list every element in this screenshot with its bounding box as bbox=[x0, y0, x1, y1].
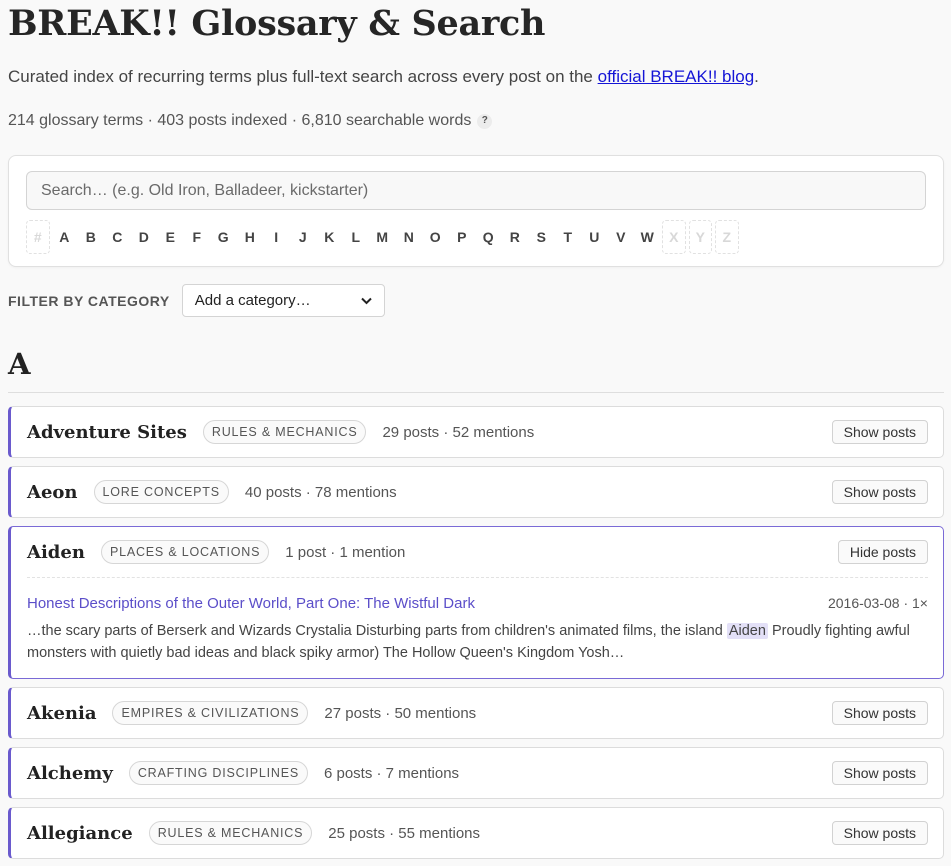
toggle-posts-button[interactable]: Show posts bbox=[831, 480, 928, 504]
letter-n[interactable]: N bbox=[397, 220, 421, 254]
letter-e[interactable]: E bbox=[159, 220, 183, 254]
term-name[interactable]: Aeon bbox=[27, 482, 78, 503]
glossary-entry: Aeon LORE CONCEPTS 40 posts · 78 mention… bbox=[8, 466, 944, 518]
letter-p[interactable]: P bbox=[450, 220, 474, 254]
category-select[interactable]: Add a category… bbox=[181, 284, 385, 317]
glossary-list: Adventure Sites RULES & MECHANICS 29 pos… bbox=[8, 406, 944, 859]
letter-k[interactable]: K bbox=[318, 220, 342, 254]
lede-suffix: . bbox=[754, 67, 759, 86]
post-snippet: …the scary parts of Berserk and Wizards … bbox=[27, 620, 928, 664]
letter-g[interactable]: G bbox=[212, 220, 236, 254]
blog-link[interactable]: official BREAK!! blog bbox=[598, 67, 755, 86]
letter-q[interactable]: Q bbox=[477, 220, 501, 254]
term-meta: 25 posts · 55 mentions bbox=[328, 824, 481, 842]
letter-d[interactable]: D bbox=[132, 220, 156, 254]
letter-t[interactable]: T bbox=[556, 220, 580, 254]
entry-header: Aiden PLACES & LOCATIONS 1 post · 1 ment… bbox=[27, 527, 928, 577]
filter-label: FILTER BY CATEGORY bbox=[8, 292, 170, 309]
search-card: #ABCDEFGHIJKLMNOPQRSTUVWXYZ bbox=[8, 155, 944, 267]
letter-b[interactable]: B bbox=[79, 220, 103, 254]
chevron-down-icon bbox=[361, 297, 372, 304]
snippet-highlight: Aiden bbox=[726, 623, 768, 639]
term-name[interactable]: Adventure Sites bbox=[27, 422, 187, 443]
search-input[interactable] bbox=[26, 171, 926, 210]
term-meta: 27 posts · 50 mentions bbox=[324, 704, 477, 722]
term-name[interactable]: Aiden bbox=[27, 542, 85, 563]
entry-header: Adventure Sites RULES & MECHANICS 29 pos… bbox=[27, 407, 928, 457]
letter-o[interactable]: O bbox=[424, 220, 448, 254]
letter-hash: # bbox=[26, 220, 50, 254]
letter-w[interactable]: W bbox=[636, 220, 660, 254]
category-badge: PLACES & LOCATIONS bbox=[100, 540, 270, 564]
term-meta: 6 posts · 7 mentions bbox=[323, 764, 460, 782]
letter-v[interactable]: V bbox=[609, 220, 633, 254]
letter-y: Y bbox=[688, 220, 712, 254]
letter-r[interactable]: R bbox=[503, 220, 527, 254]
category-select-value: Add a category… bbox=[194, 292, 311, 309]
snippet-text: …the scary parts of Berserk and Wizards … bbox=[27, 623, 727, 639]
page-title: BREAK!! Glossary & Search bbox=[8, 3, 546, 44]
letter-j[interactable]: J bbox=[291, 220, 315, 254]
section-heading: A bbox=[8, 347, 944, 393]
category-badge: RULES & MECHANICS bbox=[202, 420, 367, 444]
term-meta: 29 posts · 52 mentions bbox=[382, 423, 535, 441]
glossary-entry: Aiden PLACES & LOCATIONS 1 post · 1 ment… bbox=[8, 526, 944, 679]
entry-header: Alchemy CRAFTING DISCIPLINES 6 posts · 7… bbox=[27, 748, 928, 798]
category-badge: LORE CONCEPTS bbox=[93, 480, 229, 504]
letter-s[interactable]: S bbox=[530, 220, 554, 254]
category-badge: RULES & MECHANICS bbox=[148, 821, 313, 845]
letter-z: Z bbox=[715, 220, 739, 254]
letter-l[interactable]: L bbox=[344, 220, 368, 254]
letter-u[interactable]: U bbox=[583, 220, 607, 254]
post-title-link[interactable]: Honest Descriptions of the Outer World, … bbox=[27, 595, 475, 612]
alphabet-nav: # A B C D E F G H I J K L M N O P Q R S T U V W X Y Z bbox=[26, 220, 926, 254]
category-filter: FILTER BY CATEGORY Add a category… bbox=[8, 284, 944, 317]
stats-line: 214 glossary terms · 403 posts indexed ·… bbox=[8, 111, 944, 131]
toggle-posts-button[interactable]: Show posts bbox=[831, 701, 928, 725]
post-list: Honest Descriptions of the Outer World, … bbox=[27, 577, 928, 678]
term-meta: 1 post · 1 mention bbox=[285, 543, 406, 561]
glossary-entry: Adventure Sites RULES & MECHANICS 29 pos… bbox=[8, 406, 944, 458]
term-name[interactable]: Allegiance bbox=[27, 823, 133, 844]
lede-text: Curated index of recurring terms plus fu… bbox=[8, 67, 598, 86]
letter-c[interactable]: C bbox=[106, 220, 130, 254]
post-meta: 2016-03-08 · 1× bbox=[827, 595, 928, 611]
letter-f[interactable]: F bbox=[185, 220, 209, 254]
entry-header: Allegiance RULES & MECHANICS 25 posts · … bbox=[27, 808, 928, 858]
letter-h[interactable]: H bbox=[238, 220, 262, 254]
entry-header: Aeon LORE CONCEPTS 40 posts · 78 mention… bbox=[27, 467, 928, 517]
entry-header: Akenia EMPIRES & CIVILIZATIONS 27 posts … bbox=[27, 688, 928, 738]
toggle-posts-button[interactable]: Hide posts bbox=[837, 540, 928, 564]
page-lede: Curated index of recurring terms plus fu… bbox=[8, 66, 944, 88]
letter-a[interactable]: A bbox=[53, 220, 77, 254]
category-badge: EMPIRES & CIVILIZATIONS bbox=[112, 701, 309, 725]
toggle-posts-button[interactable]: Show posts bbox=[831, 761, 928, 785]
post-item: Honest Descriptions of the Outer World, … bbox=[27, 595, 928, 612]
help-icon[interactable]: ? bbox=[477, 113, 493, 129]
term-name[interactable]: Akenia bbox=[27, 703, 96, 724]
category-badge: CRAFTING DISCIPLINES bbox=[128, 761, 308, 785]
letter-i[interactable]: I bbox=[265, 220, 289, 254]
stats-text: 214 glossary terms · 403 posts indexed ·… bbox=[8, 112, 472, 129]
toggle-posts-button[interactable]: Show posts bbox=[831, 420, 928, 444]
term-meta: 40 posts · 78 mentions bbox=[244, 483, 397, 501]
letter-m[interactable]: M bbox=[371, 220, 395, 254]
toggle-posts-button[interactable]: Show posts bbox=[831, 821, 928, 845]
glossary-entry: Allegiance RULES & MECHANICS 25 posts · … bbox=[8, 807, 944, 859]
glossary-entry: Akenia EMPIRES & CIVILIZATIONS 27 posts … bbox=[8, 687, 944, 739]
glossary-entry: Alchemy CRAFTING DISCIPLINES 6 posts · 7… bbox=[8, 747, 944, 799]
term-name[interactable]: Alchemy bbox=[27, 763, 113, 784]
letter-x: X bbox=[662, 220, 686, 254]
